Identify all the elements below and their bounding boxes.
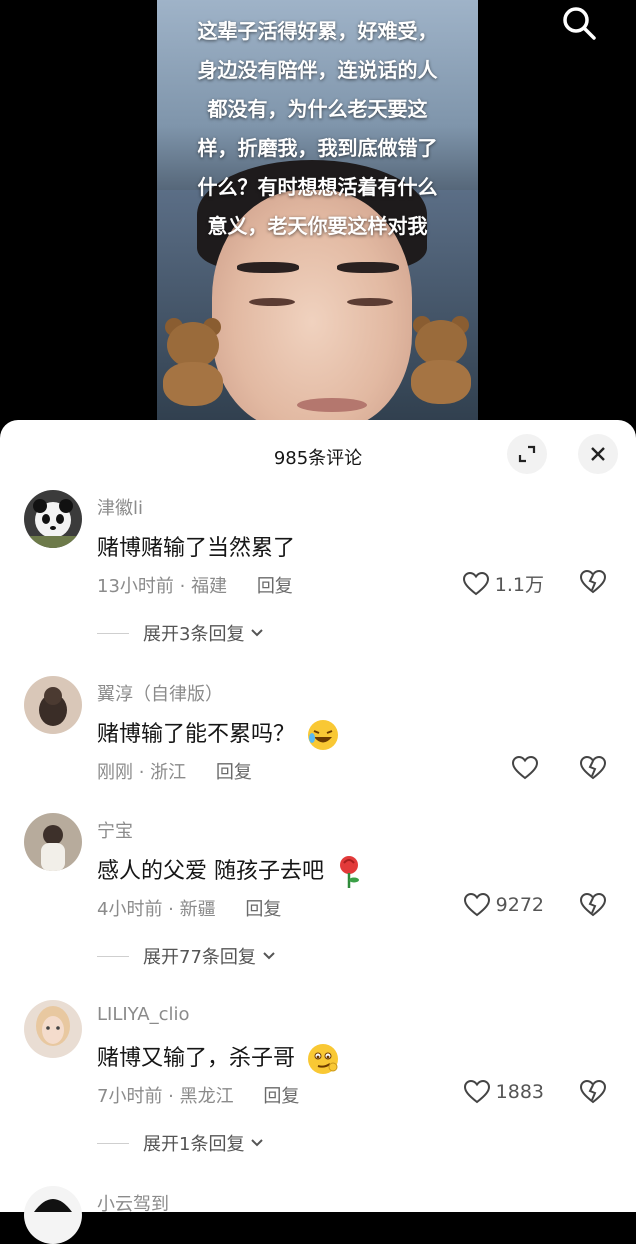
comment-meta: 13小时前 · 福建 回复	[97, 576, 293, 597]
comment-meta: 刚刚 · 浙江 回复	[97, 762, 252, 783]
comment-meta: 7小时前 · 黑龙江 回复	[97, 1086, 300, 1107]
comment-time: 13小时前	[97, 576, 174, 597]
chevron-down-icon	[263, 952, 275, 960]
broken-heart-icon	[579, 569, 607, 594]
comment-location: 福建	[191, 576, 228, 597]
chevron-down-icon	[251, 629, 264, 637]
broken-heart-icon	[579, 892, 607, 917]
comment-location: 浙江	[150, 762, 187, 783]
comment-time: 7小时前	[97, 1086, 163, 1107]
comment-text-body: 赌博又输了，杀子哥	[97, 1046, 296, 1071]
comment-username[interactable]: 津徽li	[97, 494, 143, 520]
reply-button[interactable]: 回复	[216, 762, 252, 783]
comment-username[interactable]: 宁宝	[97, 817, 133, 843]
comment-text: 感人的父爱 随孩子去吧	[97, 853, 363, 889]
comment-location: 新疆	[179, 899, 216, 920]
comment-time: 4小时前	[97, 899, 163, 920]
avatar[interactable]	[24, 490, 82, 548]
heart-icon	[462, 571, 489, 595]
dislike-button[interactable]	[579, 892, 607, 921]
divider	[97, 1142, 129, 1144]
right-brow	[337, 262, 399, 273]
close-button[interactable]	[578, 434, 618, 474]
avatar[interactable]	[24, 676, 82, 734]
comments-sheet: 985条评论 津徽li 赌博赌输了当然累了 13小时前 · 福建 回复 1.1万…	[0, 420, 636, 1244]
caption-line: 身边没有陪伴，连说话的人	[197, 58, 438, 82]
comment-time: 刚刚	[97, 762, 133, 783]
chevron-down-icon	[251, 1139, 264, 1147]
heart-icon	[463, 1080, 490, 1104]
like-count: 1.1万	[494, 574, 544, 596]
left-eye	[249, 298, 295, 306]
comment-text: 赌博又输了，杀子哥	[97, 1040, 340, 1076]
like-button[interactable]: 1883	[463, 1080, 544, 1104]
like-button[interactable]	[512, 756, 544, 780]
expand-replies-label: 展开3条回复	[143, 624, 245, 645]
heart-icon	[512, 756, 538, 780]
divider	[97, 955, 129, 957]
right-eye	[347, 298, 393, 306]
caption-line: 都没有，为什么老天要这	[207, 97, 428, 121]
comment-location: 黑龙江	[179, 1086, 234, 1107]
laughing-emoji-icon	[308, 720, 339, 750]
broken-heart-icon	[579, 755, 607, 780]
caption-line: 什么？有时想想活着有什么	[197, 175, 438, 199]
expand-replies-label: 展开1条回复	[143, 1134, 245, 1155]
like-count: 9272	[495, 894, 544, 916]
comment-text: 赌博赌输了当然累了	[97, 536, 296, 561]
dislike-button[interactable]	[579, 755, 607, 784]
avatar[interactable]	[24, 1000, 82, 1058]
expand-replies-label: 展开77条回复	[143, 947, 256, 968]
comment-text-body: 感人的父爱 随孩子去吧	[97, 859, 324, 884]
comment-username[interactable]: 翼淳（自律版）	[97, 680, 223, 706]
avatar[interactable]	[24, 1186, 82, 1244]
expand-replies[interactable]: 展开3条回复	[97, 620, 266, 646]
expand-icon	[518, 445, 536, 463]
reply-button[interactable]: 回复	[263, 1086, 299, 1107]
teddy-bear-sticker-left	[161, 318, 225, 406]
avatar[interactable]	[24, 813, 82, 871]
left-brow	[237, 262, 299, 273]
comment-username[interactable]: 小云驾到	[97, 1190, 169, 1216]
heart-icon	[463, 893, 490, 917]
smirk-emoji-icon	[308, 1044, 339, 1074]
video-player[interactable]: 这辈子活得好累，好难受， 身边没有陪伴，连说话的人 都没有，为什么老天要这 样，…	[0, 0, 636, 440]
reply-button[interactable]: 回复	[257, 576, 293, 597]
caption-line: 这辈子活得好累，好难受，	[197, 19, 438, 43]
like-button[interactable]: 9272	[463, 893, 544, 917]
reply-button[interactable]: 回复	[245, 899, 281, 920]
comment-text-body: 赌博输了能不累吗？	[97, 722, 296, 747]
mouth	[297, 398, 367, 412]
like-count: 1883	[495, 1081, 544, 1103]
close-icon	[591, 447, 605, 461]
rose-emoji-icon	[340, 856, 359, 888]
caption-line: 样，折磨我，我到底做错了	[197, 136, 438, 160]
video-caption: 这辈子活得好累，好难受， 身边没有陪伴，连说话的人 都没有，为什么老天要这 样，…	[157, 12, 478, 246]
dislike-button[interactable]	[579, 569, 607, 598]
comment-username[interactable]: LILIYA_clio	[97, 1004, 190, 1025]
expand-button[interactable]	[507, 434, 547, 474]
dislike-button[interactable]	[579, 1079, 607, 1108]
broken-heart-icon	[579, 1079, 607, 1104]
like-button[interactable]: 1.1万	[462, 570, 544, 597]
expand-replies[interactable]: 展开77条回复	[97, 943, 278, 969]
teddy-bear-sticker-right	[409, 316, 473, 404]
search-icon[interactable]	[560, 4, 598, 42]
expand-replies[interactable]: 展开1条回复	[97, 1130, 266, 1156]
comment-meta: 4小时前 · 新疆 回复	[97, 899, 282, 920]
divider	[97, 632, 129, 634]
caption-line: 意义，老天你要这样对我	[207, 214, 428, 238]
comment-text: 赌博输了能不累吗？	[97, 716, 340, 752]
